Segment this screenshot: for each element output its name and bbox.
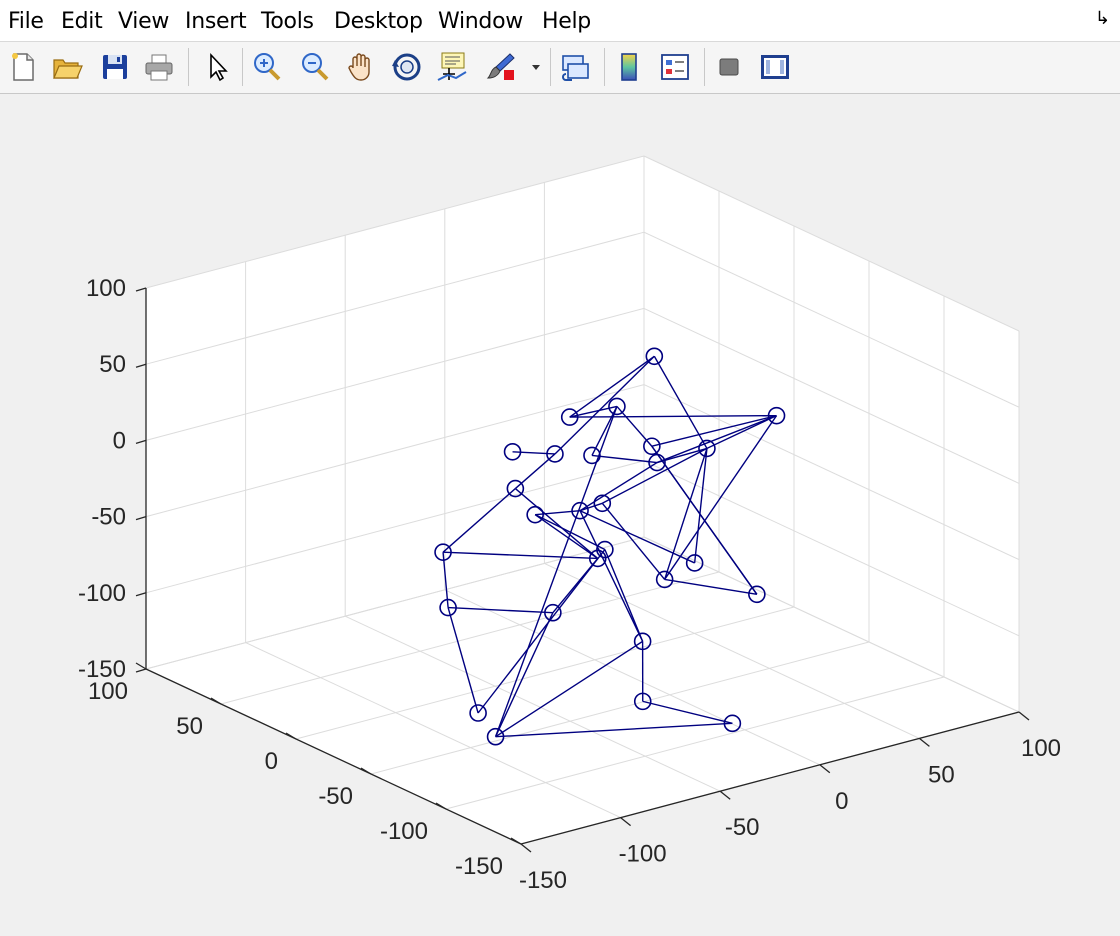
- show-tools-icon[interactable]: [758, 50, 792, 84]
- link-plot-icon[interactable]: [558, 50, 592, 84]
- z-tick-label: -100: [78, 580, 126, 607]
- menu-view[interactable]: View: [118, 9, 169, 34]
- folder-open-icon[interactable]: [50, 50, 84, 84]
- x-tick: [719, 790, 731, 800]
- menu-help[interactable]: Help: [542, 9, 591, 34]
- toolbar-separator: [604, 48, 605, 86]
- z-tick-label: 0: [113, 427, 126, 454]
- menu-window[interactable]: Window: [438, 9, 523, 34]
- x-tick-label: 50: [928, 761, 955, 788]
- z-tick-label: 100: [86, 275, 126, 302]
- y-tick-label: 0: [265, 748, 278, 775]
- z-tick-label: -150: [78, 656, 126, 683]
- y-tick-label: 50: [176, 713, 203, 740]
- z-tick: [135, 592, 147, 597]
- hide-tools-icon[interactable]: [712, 50, 746, 84]
- figure-toolbar: [0, 42, 1120, 94]
- x-tick: [620, 817, 632, 827]
- brush-icon[interactable]: [484, 50, 518, 84]
- z-tick: [135, 668, 147, 673]
- menu-file[interactable]: File: [8, 9, 44, 34]
- menu-tools[interactable]: Tools: [261, 9, 314, 34]
- x-tick-label: -50: [725, 814, 760, 841]
- y-tick-label: -150: [455, 853, 503, 880]
- printer-icon[interactable]: [142, 50, 176, 84]
- toolbar-separator: [242, 48, 243, 86]
- hand-icon[interactable]: [344, 50, 378, 84]
- legend-icon[interactable]: [658, 50, 692, 84]
- z-tick: [135, 287, 147, 292]
- menu-desktop[interactable]: Desktop: [334, 9, 423, 34]
- floppy-disk-icon[interactable]: [98, 50, 132, 84]
- x-tick: [918, 737, 930, 747]
- zoom-in-icon[interactable]: [250, 50, 284, 84]
- z-tick: [135, 363, 147, 368]
- plot-axes-3d[interactable]: -150 -100 -50 0 50 100 -150 -100 -50 0 50 100 -150 -1…: [0, 94, 1120, 936]
- z-tick: [135, 515, 147, 521]
- y-tick-label: -50: [318, 783, 353, 810]
- y-tick: [135, 662, 147, 670]
- z-tick-label: 50: [99, 351, 126, 378]
- z-tick-label: -50: [91, 504, 126, 531]
- dock-arrow-icon[interactable]: ↳: [1095, 8, 1110, 29]
- x-tick-label: 100: [1021, 735, 1061, 762]
- menu-edit[interactable]: Edit: [61, 9, 103, 34]
- menu-insert[interactable]: Insert: [185, 9, 247, 34]
- menu-bar: File Edit View Insert Tools Desktop Wind…: [0, 0, 1120, 42]
- x-tick: [520, 843, 532, 853]
- dropdown-triangle-icon[interactable]: [528, 50, 544, 84]
- x-tick: [1018, 711, 1030, 721]
- toolbar-separator: [188, 48, 189, 86]
- y-tick-label: -100: [380, 818, 428, 845]
- figure-canvas[interactable]: -150 -100 -50 0 50 100 -150 -100 -50 0 50 100 -150 -1…: [0, 94, 1120, 936]
- new-file-icon[interactable]: [6, 50, 40, 84]
- x-tick-label: -100: [619, 841, 667, 868]
- x-tick-label: -150: [519, 867, 567, 894]
- pointer-arrow-icon[interactable]: [200, 50, 234, 84]
- colorbar-icon[interactable]: [612, 50, 646, 84]
- x-tick-label: 0: [835, 788, 848, 815]
- zoom-out-icon[interactable]: [298, 50, 332, 84]
- toolbar-separator: [704, 48, 705, 86]
- x-tick: [819, 764, 831, 774]
- rotate-3d-icon[interactable]: [390, 50, 424, 84]
- data-cursor-icon[interactable]: [436, 50, 470, 84]
- toolbar-separator: [550, 48, 551, 86]
- z-tick: [135, 439, 147, 445]
